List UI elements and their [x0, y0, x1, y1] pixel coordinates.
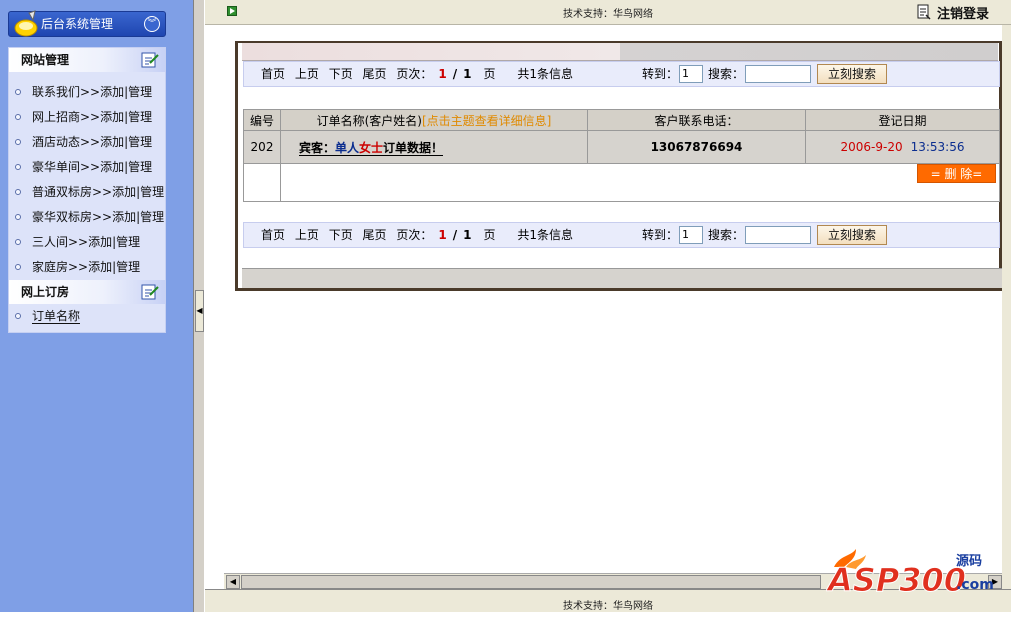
scroll-thumb[interactable]: [241, 575, 821, 589]
panel-title: 网站管理: [9, 48, 165, 72]
frame-top-bar: [242, 43, 998, 61]
bullet-icon: [15, 164, 21, 170]
sidebar-item-hotel-news[interactable]: 酒店动态>>添加|管理: [9, 130, 165, 155]
sidebar-item-family[interactable]: 家庭房>>添加|管理: [9, 255, 165, 280]
first-page-link[interactable]: 首页: [261, 228, 285, 242]
orders-frame: 首页 上页 下页 尾页 页次： 1/1 页 共1条信息 转到： 1 搜索： 立刻搜索…: [235, 41, 1002, 291]
jump-page-input[interactable]: 1: [679, 65, 703, 83]
search-label: 搜索：: [708, 67, 745, 81]
edit-note-icon: [141, 284, 159, 300]
asp300-watermark-logo: ASP300 源码 .com: [826, 549, 994, 595]
total-count: 共1条信息: [517, 228, 573, 242]
last-page-link[interactable]: 尾页: [363, 228, 387, 242]
col-phone: 客户联系电话：: [587, 109, 806, 131]
logout-document-icon: [917, 4, 931, 20]
vertical-scrollbar[interactable]: [1002, 25, 1011, 590]
bullet-icon: [15, 189, 21, 195]
bullet-icon: [15, 264, 21, 270]
sidebar-header-title: 后台系统管理: [41, 17, 114, 31]
sidebar-item-deluxe-single[interactable]: 豪华单间>>添加|管理: [9, 155, 165, 180]
sidebar-item-contact[interactable]: 联系我们>>添加|管理: [9, 80, 165, 105]
bullet-icon: [15, 239, 21, 245]
orders-table: 编号 订单名称(客户姓名)[点击主题查看详细信息] 客户联系电话： 登记日期 2…: [243, 109, 1000, 202]
prev-page-link[interactable]: 上页: [295, 67, 319, 81]
collapse-sidebar-arrow-icon[interactable]: ◀: [195, 290, 204, 332]
jump-label: 转到：: [642, 228, 679, 242]
sidebar-item-standard-double[interactable]: 普通双标房>>添加|管理: [9, 180, 165, 205]
table-header-row: 编号 订单名称(客户姓名)[点击主题查看详细信息] 客户联系电话： 登记日期: [243, 109, 1000, 131]
table-row: 202 宾客：单人女士订单数据！ 13067876694 2006-9-20 13…: [243, 130, 1000, 164]
next-page-link[interactable]: 下页: [329, 67, 353, 81]
row-phone: 13067876694: [587, 130, 806, 164]
prev-page-link[interactable]: 上页: [295, 228, 319, 242]
search-label: 搜索：: [708, 228, 745, 242]
search-input[interactable]: [745, 226, 811, 244]
panel-title-online-booking: 网上订房: [9, 280, 165, 304]
top-bar: 技术支持：华鸟网络 注销登录: [205, 0, 1011, 25]
footer-support-text: 技术支持：华鸟网络: [563, 601, 653, 612]
col-name: 订单名称(客户姓名)[点击主题查看详细信息]: [280, 109, 588, 131]
sidebar-item-recruit[interactable]: 网上招商>>添加|管理: [9, 105, 165, 130]
pager-top: 首页 上页 下页 尾页 页次： 1/1 页 共1条信息 转到： 1 搜索： 立刻搜索: [243, 61, 1000, 87]
col-date: 登记日期: [805, 109, 1000, 131]
search-input[interactable]: [745, 65, 811, 83]
col-name-hint: [点击主题查看详细信息]: [422, 113, 552, 128]
search-button[interactable]: 立刻搜索: [817, 64, 887, 84]
bullet-icon: [15, 214, 21, 220]
jump-label: 转到：: [642, 67, 679, 81]
row-id: 202: [243, 130, 281, 164]
sidebar-item-orders[interactable]: 订单名称: [9, 304, 165, 329]
page-indicator: 页次： 1/1 页: [396, 67, 496, 81]
panel-site-management: 网站管理 联系我们>>添加|管理 网上招商>>添加|管理 酒店动态>>添加|管理…: [8, 47, 166, 333]
table-action-row: = 删 除=: [243, 163, 1000, 202]
frame-bottom-bar: [242, 268, 1002, 288]
scroll-left-icon[interactable]: ◀: [226, 575, 240, 589]
next-page-link[interactable]: 下页: [329, 228, 353, 242]
watermark-text: ASP300: [826, 561, 966, 595]
watermark-sub: 源码: [956, 553, 982, 569]
bullet-icon: [15, 89, 21, 95]
bullet-icon: [15, 313, 21, 319]
total-count: 共1条信息: [517, 67, 573, 81]
last-page-link[interactable]: 尾页: [363, 67, 387, 81]
edit-note-icon: [141, 52, 159, 68]
bullet-icon: [15, 114, 21, 120]
page-indicator: 页次： 1/1 页: [396, 228, 496, 242]
bullet-icon: [15, 139, 21, 145]
col-id: 编号: [243, 109, 281, 131]
jump-page-input[interactable]: 1: [679, 226, 703, 244]
top-support-text: 技术支持：华鸟网络: [563, 9, 653, 20]
admin-logo-icon: [14, 10, 38, 37]
logout-button[interactable]: 注销登录: [917, 3, 989, 22]
sidebar: 后台系统管理 ︾ 网站管理 联系我们>>添加|管理 网上招商>>添加|管理 酒店…: [0, 0, 193, 612]
search-button[interactable]: 立刻搜索: [817, 225, 887, 245]
frame-splitter[interactable]: ◀: [193, 0, 205, 612]
row-name-cell: 宾客：单人女士订单数据！: [280, 130, 588, 164]
order-title-link[interactable]: 宾客：单人女士订单数据！: [299, 140, 444, 156]
delete-button[interactable]: = 删 除=: [917, 164, 996, 183]
sidebar-header: 后台系统管理 ︾: [8, 10, 166, 37]
first-page-link[interactable]: 首页: [261, 67, 285, 81]
row-time: 13:53:56: [910, 140, 965, 154]
sidebar-item-triple[interactable]: 三人间>>添加|管理: [9, 230, 165, 255]
watermark-domain: .com: [956, 577, 994, 593]
sidebar-item-deluxe-double[interactable]: 豪华双标房>>添加|管理: [9, 205, 165, 230]
main-content: 首页 上页 下页 尾页 页次： 1/1 页 共1条信息 转到： 1 搜索： 立刻搜索…: [224, 25, 1002, 573]
row-date-cell: 2006-9-20 13:53:56: [805, 130, 1000, 164]
collapse-double-chevron-icon[interactable]: ︾: [144, 16, 160, 32]
row-date: 2006-9-20: [840, 140, 903, 154]
pager-bottom: 首页 上页 下页 尾页 页次： 1/1 页 共1条信息 转到： 1 搜索： 立刻搜索: [243, 222, 1000, 248]
